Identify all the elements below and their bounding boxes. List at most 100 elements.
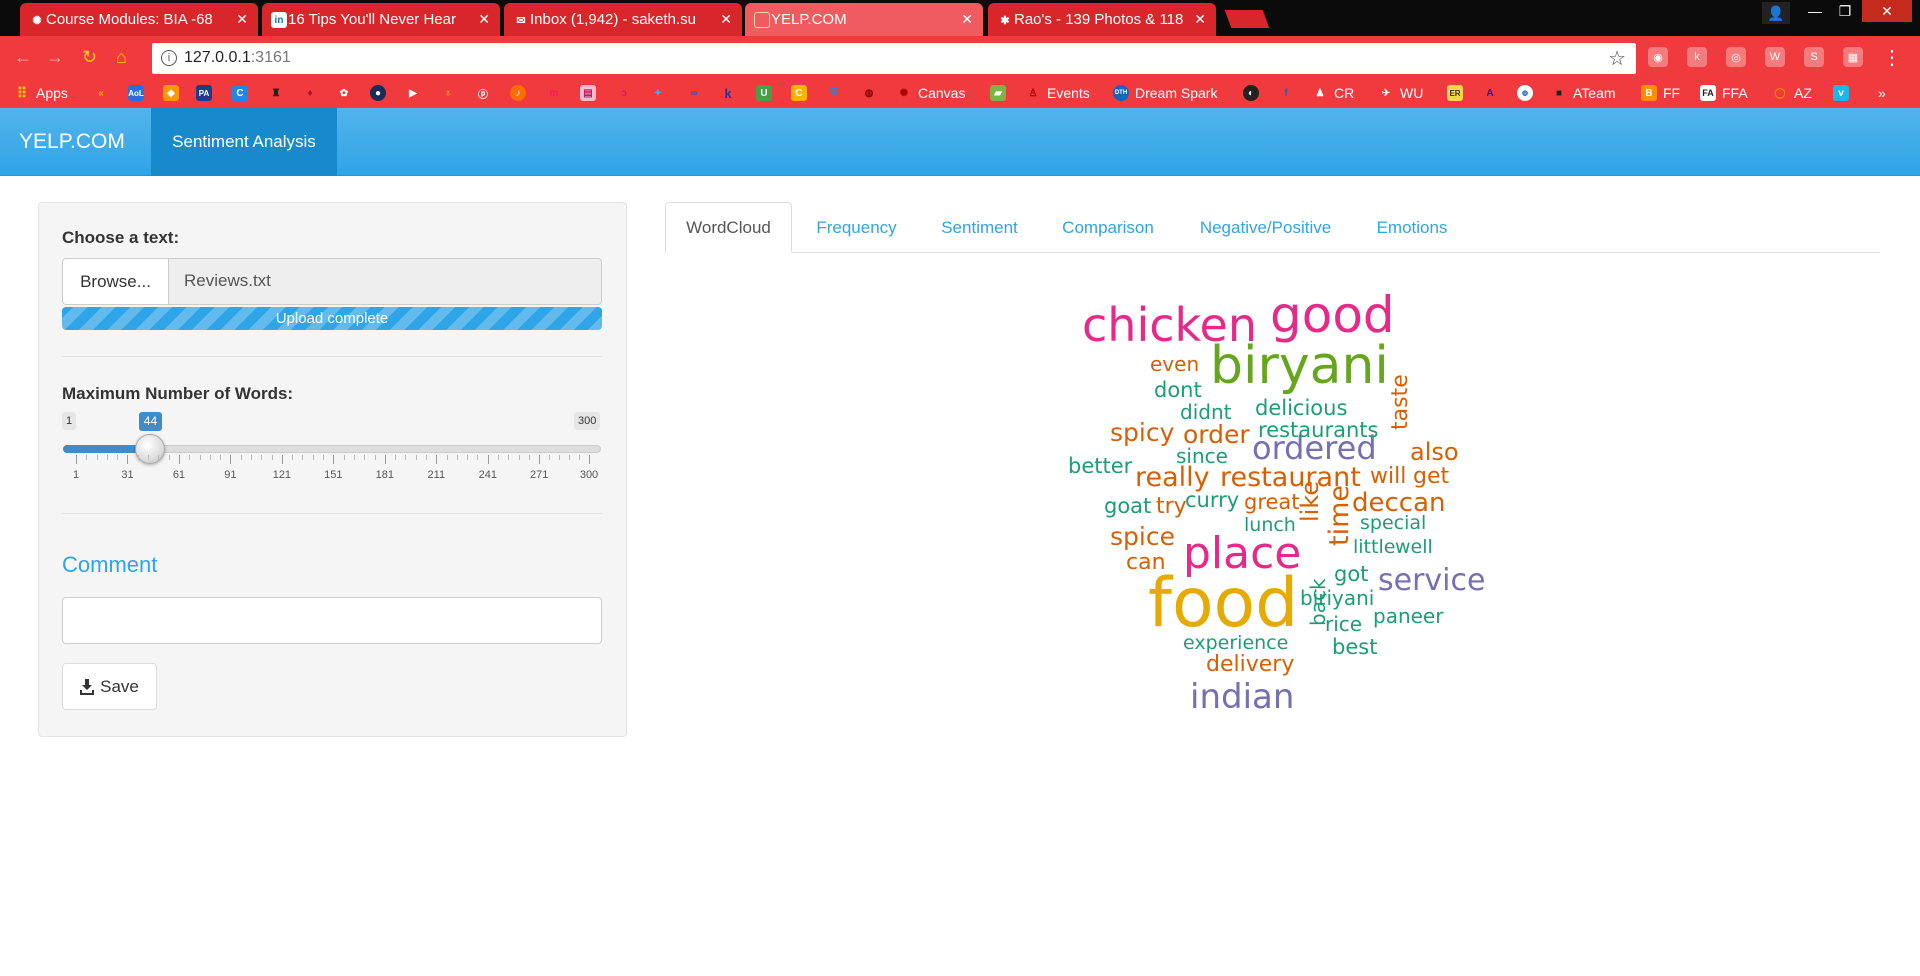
bookmark-icon-only[interactable]: ▤ (580, 84, 602, 102)
close-icon[interactable]: ✕ (236, 11, 248, 28)
close-icon[interactable]: ✕ (961, 11, 973, 28)
bookmark-ffa[interactable]: FA FFA (1700, 84, 1748, 102)
extension-icon[interactable]: S (1804, 47, 1824, 67)
bookmark-canvas[interactable]: ✺ Canvas (896, 84, 966, 102)
comment-input[interactable] (62, 597, 602, 644)
info-icon[interactable]: i (161, 50, 177, 66)
bookmark-az[interactable]: ◯ AZ (1772, 84, 1812, 102)
browser-tab-1[interactable]: ✺ Course Modules: BIA -68 ✕ (20, 3, 258, 36)
bookmark-icon-only[interactable]: U (756, 84, 778, 102)
bookmark-icon-only[interactable]: ▶ (405, 84, 427, 102)
bookmark-icon-only[interactable]: « (93, 84, 115, 102)
pattern-icon: ▤ (580, 85, 596, 101)
bookmark-icon-only[interactable]: f (1278, 84, 1300, 102)
bookmark-dream-spark[interactable]: DTH Dream Spark (1113, 84, 1217, 102)
forward-icon[interactable]: → (46, 47, 64, 68)
tab-comparison[interactable]: Comparison (1048, 202, 1168, 253)
slider-minor-tick (86, 455, 88, 460)
wordcloud-word: will (1370, 464, 1407, 489)
bookmark-icon-only[interactable]: PA (196, 84, 218, 102)
slider-minor-tick (271, 455, 273, 460)
bookmark-icon-only[interactable]: v (1833, 84, 1855, 102)
close-window-icon[interactable]: ✕ (1862, 0, 1912, 22)
wordcloud-word: can (1126, 550, 1166, 575)
bookmark-icon-only[interactable]: C (791, 84, 813, 102)
url-text: 127.0.0.1:3161 (184, 49, 291, 67)
wordcloud-word: indian (1190, 677, 1295, 717)
extension-icon[interactable]: k (1687, 47, 1707, 67)
restore-icon[interactable]: ❐ (1830, 0, 1860, 22)
wordcloud-word: service (1378, 563, 1486, 598)
bookmark-events[interactable]: ♙ Events (1025, 84, 1090, 102)
profile-icon[interactable]: 👤 (1762, 2, 1790, 24)
u-icon: U (756, 85, 772, 101)
cluster-icon: ✿ (339, 87, 349, 99)
bookmark-icon-only[interactable]: ◆ (163, 84, 185, 102)
browse-button[interactable]: Browse... (62, 258, 169, 305)
extension-icon[interactable]: ▦ (1843, 47, 1863, 67)
save-button[interactable]: Save (62, 663, 157, 710)
bookmark-icon-only[interactable]: C (232, 84, 254, 102)
bookmark-icon-only[interactable]: ◍ (861, 84, 883, 102)
bookmark-icon-only[interactable]: ∞ (686, 84, 708, 102)
bookmark-icon-only[interactable]: AoL (128, 84, 150, 102)
bookmark-icon-only[interactable]: ♪ (510, 84, 532, 102)
er-icon: ER (1447, 85, 1463, 101)
people-icon: ♜ (271, 87, 281, 99)
browser-tab-5[interactable]: ✱ Rao's - 139 Photos & 118 ✕ (988, 3, 1216, 36)
tab-emotions[interactable]: Emotions (1362, 202, 1462, 253)
bookmarks-bar: ⠿ Apps « AoL ◆ PA C ♜ ♦ ✿ ● ▶ ♁ ⓟ ♪ m ▤ … (0, 78, 1920, 108)
browser-tab-3[interactable]: ✉ Inbox (1,942) - saketh.su ✕ (504, 3, 742, 36)
bird-icon: ✦ (653, 87, 663, 99)
browser-tab-title: YELP.COM (771, 11, 847, 28)
address-bar[interactable]: i 127.0.0.1:3161 ☆ (152, 43, 1636, 74)
slider-tick (589, 455, 590, 464)
extension-icon[interactable]: ◉ (1648, 47, 1668, 67)
menu-icon[interactable]: ⋮ (1882, 47, 1902, 69)
slider-handle[interactable] (134, 434, 165, 464)
bookmark-icon-only[interactable]: ✦ (650, 84, 672, 102)
back-icon[interactable]: ← (14, 47, 32, 68)
bookmark-icon-only[interactable]: k (720, 84, 742, 102)
bookmark-icon-only[interactable]: ♦ (302, 84, 324, 102)
close-icon[interactable]: ✕ (478, 11, 490, 28)
bookmark-icon-only[interactable]: ♜ (268, 84, 290, 102)
bookmark-icon-only[interactable]: ER (1447, 84, 1469, 102)
bookmark-icon-only[interactable]: ⛨ (826, 84, 848, 102)
browser-tab-4[interactable]: YELP.COM ✕ (745, 3, 983, 36)
bookmark-icon-only[interactable]: ⓟ (475, 84, 497, 102)
bookmark-star-icon[interactable]: ☆ (1608, 46, 1626, 71)
bookmark-icon-only[interactable]: A (1482, 84, 1504, 102)
bookmark-ff[interactable]: B FF (1641, 84, 1680, 102)
bookmark-icon-only[interactable]: ◐ (1243, 84, 1265, 102)
bookmark-icon-only[interactable]: ▰ (990, 84, 1012, 102)
bookmark-icon-only[interactable]: ✿ (336, 84, 358, 102)
bookmark-icon-only[interactable]: ● (370, 84, 392, 102)
reload-icon[interactable]: ↻ (82, 47, 97, 68)
slider-minor-tick (312, 455, 314, 460)
tab-frequency[interactable]: Frequency (800, 202, 913, 253)
bookmark-wu[interactable]: ✈ WU (1378, 84, 1424, 102)
bookmark-icon-only[interactable]: ◍ (1517, 84, 1539, 102)
extension-icon[interactable]: ◎ (1726, 47, 1746, 67)
tab-negative-positive[interactable]: Negative/Positive (1183, 202, 1348, 253)
bookmarks-overflow-icon[interactable]: » (1878, 84, 1886, 102)
slider-minor-tick (477, 455, 479, 460)
new-tab-button[interactable] (1224, 10, 1270, 28)
bookmark-icon-only[interactable]: ↄ (616, 84, 638, 102)
bookmark-icon-only[interactable]: ♁ (440, 84, 462, 102)
bookmark-icon-only[interactable]: m (546, 84, 568, 102)
nav-tab-sentiment-analysis[interactable]: Sentiment Analysis (151, 108, 337, 176)
close-icon[interactable]: ✕ (720, 11, 732, 28)
bookmark-ateam[interactable]: ■ ATeam (1551, 84, 1616, 102)
home-icon[interactable]: ⌂ (116, 47, 127, 68)
close-icon[interactable]: ✕ (1194, 11, 1206, 28)
bookmark-cr[interactable]: ♟ CR (1312, 84, 1355, 102)
bookmark-apps[interactable]: ⠿ Apps (14, 84, 68, 102)
minimize-icon[interactable]: — (1800, 0, 1830, 22)
extension-icon[interactable]: W (1765, 47, 1785, 67)
tab-sentiment[interactable]: Sentiment (925, 202, 1034, 253)
tab-wordcloud[interactable]: WordCloud (665, 202, 792, 253)
brand[interactable]: YELP.COM (19, 130, 125, 154)
browser-tab-2[interactable]: in 16 Tips You'll Never Hear ✕ (262, 3, 500, 36)
